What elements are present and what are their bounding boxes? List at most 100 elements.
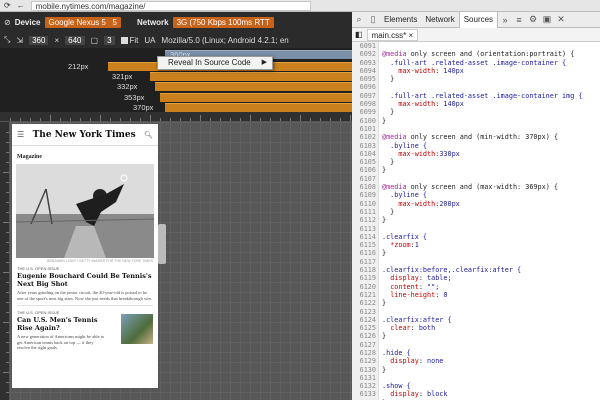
- code-line[interactable]: [382, 341, 600, 349]
- ruler-tick: [6, 382, 9, 383]
- code-line[interactable]: }: [382, 366, 600, 374]
- code-line[interactable]: .show {: [382, 382, 600, 390]
- code-line[interactable]: @media only screen and (orientation:port…: [382, 50, 600, 58]
- story-thumbnail[interactable]: [121, 314, 153, 344]
- code-line[interactable]: display: block: [382, 390, 600, 398]
- code-line[interactable]: *zoom:1: [382, 241, 600, 249]
- code-line[interactable]: .clearfix {: [382, 233, 600, 241]
- code-line[interactable]: [382, 125, 600, 133]
- code-line[interactable]: .byline {: [382, 142, 600, 150]
- code-line[interactable]: @media only screen and (min-width: 370px…: [382, 133, 600, 141]
- code-line[interactable]: max-width:200px: [382, 200, 600, 208]
- code-line[interactable]: }: [382, 158, 600, 166]
- code-line[interactable]: [382, 175, 600, 183]
- settings-icon[interactable]: ⚙: [526, 14, 540, 25]
- ruler-tick: [6, 282, 9, 283]
- device-select[interactable]: Google Nexus 5 5: [44, 16, 121, 28]
- close-tab-icon[interactable]: ×: [408, 31, 413, 40]
- ruler-tick: [70, 118, 71, 121]
- source-editor[interactable]: 6091 6092 6093 6094 6095 6096 6097 6098 6099 6100…: [352, 42, 600, 400]
- code-line[interactable]: }: [382, 117, 600, 125]
- ua-field[interactable]: Mozilla/5.0 (Linux; Android 4.2.1; en: [162, 36, 289, 45]
- code-line[interactable]: max-width: 140px: [382, 67, 600, 75]
- media-query-bar[interactable]: [150, 72, 352, 81]
- code-line[interactable]: }: [382, 166, 600, 174]
- height-field[interactable]: 640: [65, 35, 85, 45]
- code-line[interactable]: .byline {: [382, 191, 600, 199]
- ruler-tick: [350, 115, 351, 121]
- tab-elements[interactable]: Elements: [380, 12, 421, 28]
- code-line[interactable]: max-width:330px: [382, 150, 600, 158]
- code-line[interactable]: content: "";: [382, 283, 600, 291]
- code-line[interactable]: .full-art .related-asset .image-containe…: [382, 59, 600, 67]
- ruler-tick: [40, 118, 41, 121]
- story-headline[interactable]: Eugenie Bouchard Could Be Tennis's Next …: [12, 271, 158, 289]
- line-number: 6104: [359, 149, 376, 158]
- file-tab-main-css[interactable]: main.css* ×: [366, 28, 419, 41]
- media-query-bar[interactable]: [160, 93, 352, 102]
- code-line[interactable]: @media only screen and (max-width: 369px…: [382, 183, 600, 191]
- ruler-tick: [3, 322, 9, 323]
- fit-checkbox[interactable]: Fit: [120, 36, 138, 45]
- reload-icon[interactable]: ⟳: [4, 1, 11, 10]
- lead-photo[interactable]: [16, 164, 154, 258]
- code-line[interactable]: [382, 374, 600, 382]
- code-line[interactable]: }: [382, 216, 600, 224]
- line-number: 6116: [359, 249, 376, 258]
- code-line[interactable]: }: [382, 208, 600, 216]
- code-line[interactable]: .full-art .related-asset .image-containe…: [382, 92, 600, 100]
- navigator-toggle-icon[interactable]: ◧: [355, 30, 363, 39]
- network-select[interactable]: 3G (750 Kbps 100ms RTT: [172, 16, 274, 28]
- back-icon[interactable]: ←: [17, 1, 25, 10]
- code-line[interactable]: .hide {: [382, 349, 600, 357]
- line-number: 6130: [359, 365, 376, 374]
- code-line[interactable]: display: none: [382, 357, 600, 365]
- story-headline[interactable]: Can U.S. Men's Tennis Rise Again?: [12, 315, 112, 333]
- dpr-icon: ▢: [90, 35, 99, 45]
- code-line[interactable]: [382, 83, 600, 91]
- code-line[interactable]: }: [382, 75, 600, 83]
- code-line[interactable]: }: [382, 249, 600, 257]
- tab-sources[interactable]: Sources: [458, 11, 499, 28]
- ruler-tick: [250, 115, 251, 121]
- dock-icon[interactable]: ▣: [540, 14, 554, 25]
- code-line[interactable]: [382, 225, 600, 233]
- code-line[interactable]: [382, 42, 600, 50]
- line-number: 6131: [359, 373, 376, 382]
- code-line[interactable]: line-height: 0: [382, 291, 600, 299]
- more-tabs-icon[interactable]: »: [498, 15, 512, 25]
- rotate-icon[interactable]: ⤡: [4, 35, 10, 45]
- code-line[interactable]: display: table;: [382, 274, 600, 282]
- inspect-icon[interactable]: ⌕: [352, 14, 366, 25]
- code-line[interactable]: clear: both: [382, 324, 600, 332]
- line-number: 6127: [359, 340, 376, 349]
- line-number: 6108: [359, 183, 376, 192]
- media-query-bar[interactable]: [155, 82, 352, 91]
- site-logo[interactable]: The New York Times: [33, 130, 136, 140]
- dpr-field[interactable]: 3: [104, 35, 115, 45]
- code-line[interactable]: }: [382, 108, 600, 116]
- media-query-bar[interactable]: [165, 103, 352, 112]
- code-line[interactable]: [382, 258, 600, 266]
- close-icon[interactable]: ✕: [554, 14, 568, 25]
- context-menu-item-reveal[interactable]: Reveal In Source Code ▶: [157, 56, 273, 70]
- code-line[interactable]: max-width: 140px: [382, 100, 600, 108]
- code-line[interactable]: [382, 308, 600, 316]
- url-field[interactable]: mobile.nytimes.com/magazine/: [30, 0, 311, 11]
- search-icon[interactable]: 🔍︎: [144, 131, 153, 139]
- page-scrollbar[interactable]: [158, 224, 166, 264]
- ruler-tick: [6, 132, 9, 133]
- code-line[interactable]: .clearfix:before,.clearfix:after {: [382, 266, 600, 274]
- ruler-tick: [320, 118, 321, 121]
- code-line[interactable]: }: [382, 299, 600, 307]
- width-field[interactable]: 360: [29, 35, 49, 45]
- drawer-icon[interactable]: ≡: [512, 15, 526, 25]
- device-toolbar: ⊘ Device Google Nexus 5 5 Network 3G (75…: [0, 12, 352, 32]
- code-line[interactable]: }: [382, 332, 600, 340]
- code-line[interactable]: .clearfix:after {: [382, 316, 600, 324]
- ruler-tick: [6, 152, 9, 153]
- no-emulation-icon[interactable]: ⊘: [4, 18, 11, 27]
- menu-icon[interactable]: ☰: [17, 130, 24, 139]
- tab-network[interactable]: Network: [421, 12, 458, 28]
- device-mode-icon[interactable]: ▯: [366, 14, 380, 25]
